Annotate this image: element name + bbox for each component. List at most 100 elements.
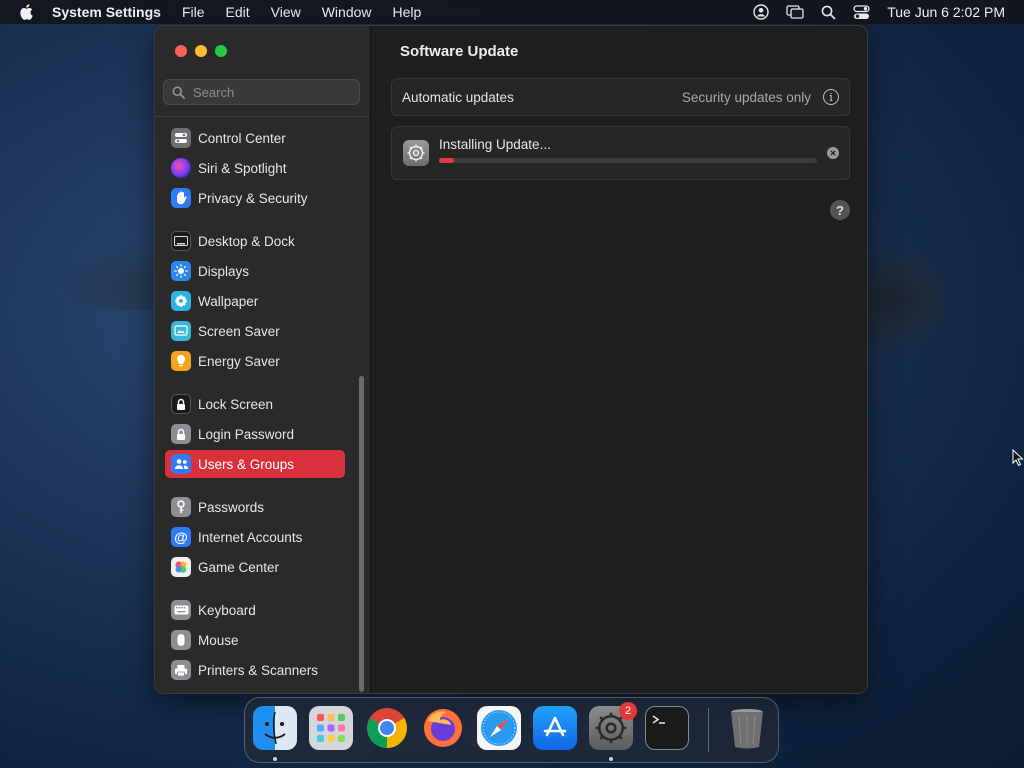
sidebar-item-label: Login Password [198,426,295,442]
spotlight-search-icon[interactable] [821,5,836,20]
sidebar-item-lock-screen[interactable]: Lock Screen [165,390,345,418]
main-pane: Software Update Automatic updates Securi… [371,26,867,693]
mouse-icon [171,630,191,650]
minimize-window-button[interactable] [195,45,207,57]
system-settings-running-indicator [609,757,613,761]
finder-icon [264,711,286,745]
cancel-install-button[interactable] [827,147,839,159]
key-icon [171,497,191,517]
sidebar-list: Control Center Siri & Spotlight Privacy … [155,124,369,693]
menu-clock[interactable]: Tue Jun 6 2:02 PM [887,4,1005,20]
sidebar-item-label: Mouse [198,632,239,648]
menu-file[interactable]: File [182,4,205,20]
install-progress-bar [439,158,817,163]
finder-running-indicator [273,757,277,761]
menu-window[interactable]: Window [322,4,372,20]
sidebar-item-label: Privacy & Security [198,190,308,206]
automatic-updates-row[interactable]: Automatic updates Security updates only … [391,78,850,116]
control-center-icon [171,128,191,148]
safari-icon [481,710,517,746]
screen-mirroring-icon[interactable] [786,5,804,19]
terminal-icon [652,715,665,724]
info-icon[interactable]: i [823,89,839,105]
lock-icon [171,424,191,444]
flower-icon [171,291,191,311]
sidebar-item-label: Desktop & Dock [198,233,295,249]
sidebar-item-label: Lock Screen [198,396,274,412]
dock-app-store[interactable] [533,706,577,750]
sidebar-item-login-password[interactable]: Login Password [165,420,345,448]
sidebar-item-users-groups[interactable]: Users & Groups [165,450,345,478]
sidebar-item-energy-saver[interactable]: Energy Saver [165,347,345,375]
sidebar-item-label: Users & Groups [198,456,295,472]
sun-icon [171,261,191,281]
app-store-icon [543,716,567,737]
sidebar-scrollbar[interactable] [359,376,364,692]
search-icon [172,86,185,99]
zoom-window-button[interactable] [215,45,227,57]
sidebar-search[interactable] [163,79,360,105]
menu-edit[interactable]: Edit [226,4,250,20]
sidebar-item-label: Displays [198,263,250,279]
at-icon: @ [171,527,191,547]
sidebar-item-label: Keyboard [198,602,256,618]
sidebar-item-label: Printers & Scanners [198,662,319,678]
sidebar-item-passwords[interactable]: Passwords [165,493,345,521]
game-center-icon [171,557,191,577]
apple-menu-icon[interactable] [18,4,34,20]
dock-firefox[interactable] [421,706,465,750]
help-button[interactable]: ? [830,200,850,220]
dock-launchpad[interactable] [309,706,353,750]
sidebar: Control Center Siri & Spotlight Privacy … [155,26,371,693]
sidebar-item-label: Wallpaper [198,293,259,309]
dock: 2 [244,697,779,763]
sidebar-item-game-center[interactable]: Game Center [165,553,345,581]
sidebar-item-label: Screen Saver [198,323,280,339]
page-title: Software Update [400,43,519,60]
control-center-icon[interactable] [853,4,870,20]
sidebar-item-displays[interactable]: Displays [165,257,345,285]
sidebar-item-label: Passwords [198,499,265,515]
sidebar-item-privacy-security[interactable]: Privacy & Security [165,184,345,212]
firefox-icon [424,709,462,747]
keyboard-icon [171,600,191,620]
sidebar-item-wallpaper[interactable]: Wallpaper [165,287,345,315]
search-input[interactable] [191,83,345,101]
sidebar-item-printers-scanners[interactable]: Printers & Scanners [165,656,345,684]
dock-trash[interactable] [725,706,769,750]
close-window-button[interactable] [175,45,187,57]
system-settings-window: Control Center Siri & Spotlight Privacy … [154,25,868,694]
sidebar-item-desktop-dock[interactable]: Desktop & Dock [165,227,345,255]
sidebar-item-mouse[interactable]: Mouse [165,626,345,654]
launchpad-icon [317,714,345,742]
install-update-card: Installing Update... [391,126,850,180]
sidebar-item-label: Siri & Spotlight [198,160,287,176]
mouse-cursor-icon [1012,448,1024,472]
dock-separator [708,708,709,752]
sidebar-item-label: Internet Accounts [198,529,303,545]
sidebar-item-screen-saver[interactable]: Screen Saver [165,317,345,345]
sidebar-item-keyboard[interactable]: Keyboard [165,596,345,624]
dock-icon [171,231,191,251]
sidebar-divider [155,116,369,117]
dock-chrome[interactable] [365,706,409,750]
install-status-label: Installing Update... [439,137,551,152]
dock-finder[interactable] [253,706,297,750]
sidebar-item-control-center[interactable]: Control Center [165,124,345,152]
sidebar-item-label: Control Center [198,130,286,146]
dock-safari[interactable] [477,706,521,750]
user-icon[interactable] [753,4,769,20]
sidebar-item-internet-accounts[interactable]: @ Internet Accounts [165,523,345,551]
dock-terminal[interactable] [645,706,689,750]
menu-view[interactable]: View [271,4,301,20]
lightbulb-icon [171,351,191,371]
notification-badge: 2 [619,702,637,720]
lock-icon [171,394,191,414]
menu-help[interactable]: Help [393,4,422,20]
sidebar-item-label: Energy Saver [198,353,280,369]
printer-icon [171,660,191,680]
sidebar-item-siri-spotlight[interactable]: Siri & Spotlight [165,154,345,182]
chrome-icon [367,708,407,748]
menu-app-name[interactable]: System Settings [52,4,161,20]
gear-icon [403,140,429,166]
